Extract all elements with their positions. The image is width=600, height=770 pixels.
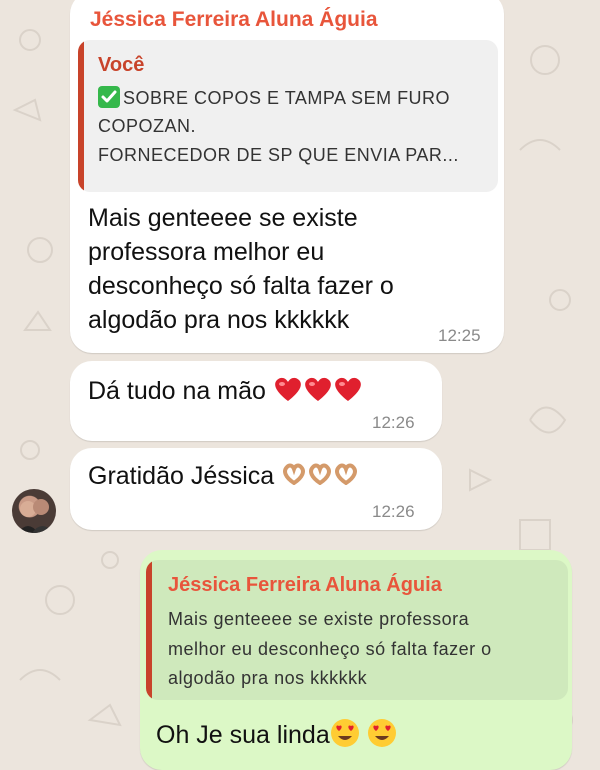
- message-bubble-incoming[interactable]: Dá tudo na mão 12:26: [70, 361, 442, 441]
- heart-hands-icon: [307, 463, 333, 492]
- message-text-line: Mais genteeee se existe: [88, 204, 358, 232]
- heart-eyes-icon: [367, 718, 397, 755]
- quoted-message[interactable]: Jéssica Ferreira Aluna Águia Mais gentee…: [146, 560, 568, 700]
- heart-icon: [333, 375, 363, 410]
- quote-accent-bar: [78, 40, 84, 192]
- quote-author: Você: [98, 54, 145, 76]
- quote-line: SOBRE COPOS E TAMPA SEM FURO: [98, 86, 450, 109]
- quoted-message[interactable]: Você SOBRE COPOS E TAMPA SEM FURO COPOZA…: [78, 40, 498, 192]
- message-text-line: algodão pra nos kkkkkk: [88, 306, 350, 334]
- message-text: Oh Je sua linda: [156, 718, 397, 755]
- message-text: Dá tudo na mão: [88, 375, 363, 410]
- quote-line: FORNECEDOR DE SP QUE ENVIA PAR...: [98, 145, 459, 165]
- heart-hands-icon: [333, 463, 359, 492]
- sender-name[interactable]: Jéssica Ferreira Aluna Águia: [90, 8, 378, 32]
- contact-avatar[interactable]: [12, 489, 56, 533]
- message-bubble-incoming[interactable]: Jéssica Ferreira Aluna Águia Você SOBRE …: [70, 0, 504, 353]
- quote-line: algodão pra nos kkkkkk: [168, 668, 368, 688]
- quote-line: COPOZAN.: [98, 116, 197, 136]
- message-bubble-incoming[interactable]: Gratidão Jéssica 12:26: [70, 448, 442, 530]
- heart-eyes-icon: [330, 718, 360, 755]
- message-timestamp: 12:26: [372, 413, 415, 432]
- message-timestamp: 12:26: [372, 502, 415, 521]
- heart-icon: [303, 375, 333, 410]
- message-timestamp: 12:25: [438, 326, 481, 345]
- heart-hands-icon: [281, 463, 307, 492]
- check-mark-icon: [98, 86, 120, 108]
- quote-author: Jéssica Ferreira Aluna Águia: [168, 574, 442, 596]
- message-bubble-outgoing[interactable]: Jéssica Ferreira Aluna Águia Mais gentee…: [140, 550, 572, 770]
- quote-accent-bar: [146, 560, 152, 700]
- message-text: Gratidão Jéssica: [88, 462, 359, 492]
- quote-line: melhor eu desconheço só falta fazer o: [168, 639, 492, 659]
- heart-icon: [273, 375, 303, 410]
- message-text-line: desconheço só falta fazer o: [88, 272, 394, 300]
- message-text-line: professora melhor eu: [88, 238, 325, 266]
- quote-line: Mais genteeee se existe professora: [168, 609, 470, 629]
